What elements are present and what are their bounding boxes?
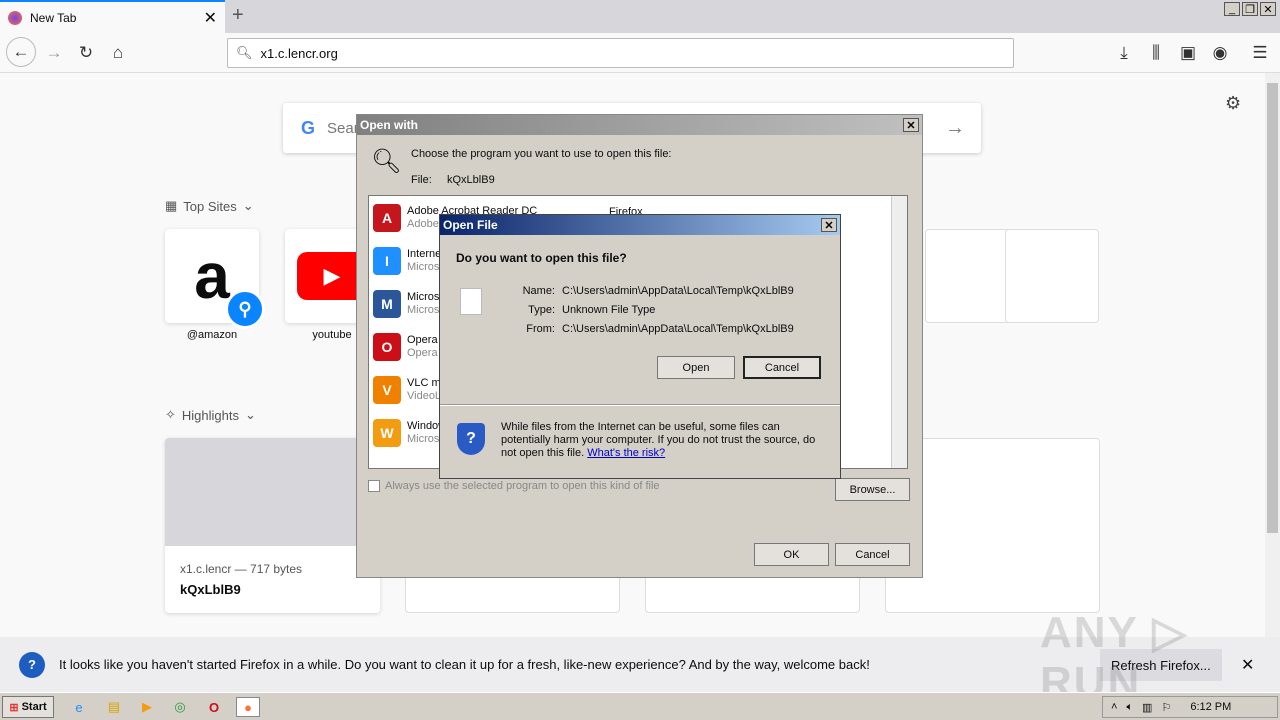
divider [440,404,840,406]
account-icon[interactable]: ◉ [1206,39,1234,67]
minimize-button[interactable]: _ [1224,2,1240,16]
explorer-taskbar-icon[interactable]: ▤ [102,697,126,717]
cancel-button[interactable]: Cancel [743,356,821,379]
file-name: kQxLblB9 [447,174,495,186]
search-icon: 🔍︎ [236,45,253,60]
search-go-icon[interactable]: → [945,117,965,140]
browse-button[interactable]: Browse... [835,478,910,501]
nav-toolbar: ← → ↻ ⌂ 🔍︎ x1.c.lencr.org ⤓ ⫼ ▣ ◉ ☰ [0,33,1280,73]
reload-button[interactable]: ↻ [72,39,100,67]
close-tab-icon[interactable]: ✕ [204,8,217,28]
grid-icon: ▦ [165,198,178,213]
open-file-dialog: Open File ✕ Do you want to open this file… [439,214,841,479]
open-with-titlebar: Open with ✕ [357,115,922,135]
close-window-button[interactable]: ✕ [1260,2,1276,16]
start-label: Start [21,701,47,713]
highlight-card[interactable]: x1.c.lencr — 717 bytes kQxLblB9 [165,438,380,613]
cancel-button[interactable]: Cancel [835,543,910,566]
top-site-label: @amazon [186,329,238,341]
from-value: C:\Users\admin\AppData\Local\Temp\kQxLbl… [562,323,794,335]
tab-title: New Tab [30,10,77,25]
windows-logo-icon: ⊞ [9,701,19,714]
window-controls[interactable]: _ ❐ ✕ [1224,2,1276,16]
notification-text: It looks like you haven't started Firefo… [59,657,870,672]
page-scrollbar[interactable] [1265,73,1280,637]
taskbar: ⊞ Start e ▤ ▶ ◎ O ● ˄ 🔈︎ ▥ ⚐ 6:12 PM [0,692,1280,720]
name-label: Name: [522,285,555,297]
chevron-down-icon: ⌄ [245,407,256,422]
menu-icon[interactable]: ☰ [1246,39,1274,67]
close-button[interactable]: ✕ [903,118,919,132]
tray-expand-icon[interactable]: ˄ [1111,701,1117,713]
always-use-label: Always use the selected program to open … [385,480,660,492]
forward-button[interactable]: → [40,39,68,67]
settings-gear-icon[interactable]: ⚙ [1225,93,1241,114]
downloads-icon[interactable]: ⤓ [1110,39,1138,67]
acrobat-icon: A [373,203,401,232]
question-icon: ? [19,651,45,678]
volume-icon[interactable]: 🔈︎ [1126,701,1133,714]
highlights-label: Highlights [181,407,239,423]
new-tab-button[interactable]: + [232,4,244,27]
restore-button[interactable]: ❐ [1242,2,1258,16]
url-text: x1.c.lencr.org [260,45,338,61]
empty-top-site [1005,229,1099,323]
highlight-source: x1.c.lencr — 717 bytes [180,562,303,576]
whats-the-risk-link[interactable]: What's the risk? [587,447,665,459]
highlights-heading[interactable]: ✧ Highlights ⌄ [165,407,256,423]
ok-button[interactable]: OK [754,543,829,566]
ie-taskbar-icon[interactable]: e [67,697,91,717]
system-tray: ˄ 🔈︎ ▥ ⚐ 6:12 PM [1102,696,1278,718]
chevron-down-icon: ⌄ [242,198,254,213]
tab-strip: New Tab ✕ + _ ❐ ✕ [0,0,1280,33]
notification-bar: ? It looks like you haven't started Fire… [0,608,1280,707]
opera-icon: O [373,332,401,361]
word-icon: M [373,289,401,318]
prompt-text: Choose the program you want to use to op… [411,148,672,160]
always-use-checkbox[interactable]: Always use the selected program to open … [368,480,660,492]
network-icon[interactable]: ▥ [1142,701,1152,714]
question-text: Do you want to open this file? [456,251,627,265]
open-button[interactable]: Open [657,356,735,379]
library-icon[interactable]: ⫼ [1142,39,1170,67]
highlights-icon: ✧ [165,407,176,422]
media-player-taskbar-icon[interactable]: ▶ [135,697,159,717]
top-sites-heading[interactable]: ▦ Top Sites ⌄ [165,198,254,214]
wmp-icon: W [373,418,401,447]
file-label: File: [411,174,432,186]
start-button[interactable]: ⊞ Start [2,696,54,718]
firefox-icon [8,10,22,25]
from-label: From: [526,323,555,335]
flag-icon[interactable]: ⚐ [1161,701,1171,714]
list-scrollbar[interactable] [891,196,907,468]
firefox-taskbar-icon[interactable]: ● [236,697,260,717]
back-button[interactable]: ← [6,37,36,67]
type-label: Type: [528,304,555,316]
top-site-amazon[interactable]: a ⚲ [165,229,265,329]
program-name: Opera [407,333,438,346]
type-value: Unknown File Type [562,304,656,316]
open-file-titlebar: Open File ✕ [440,215,840,235]
dialog-title: Open File [443,218,498,232]
google-icon: G [301,117,316,138]
top-sites-label: Top Sites [183,198,237,214]
close-button[interactable]: ✕ [821,218,837,232]
highlight-title: kQxLblB9 [180,582,241,597]
url-bar[interactable]: 🔍︎ x1.c.lencr.org [227,38,1014,68]
name-value: C:\Users\admin\AppData\Local\Temp\kQxLbl… [562,285,794,297]
search-badge-icon: ⚲ [225,289,265,329]
file-search-icon: 🔍︎ [371,148,402,175]
ie-icon: I [373,246,401,275]
program-publisher: Opera [407,346,438,359]
tab-new-tab[interactable]: New Tab ✕ [0,0,225,33]
chrome-taskbar-icon[interactable]: ◎ [168,697,192,717]
sidebar-icon[interactable]: ▣ [1174,39,1202,67]
home-button[interactable]: ⌂ [104,39,132,67]
clock[interactable]: 6:12 PM [1190,701,1231,713]
dialog-title: Open with [360,118,418,132]
shield-help-icon: ? [457,423,485,455]
file-icon [460,288,482,315]
opera-taskbar-icon[interactable]: O [202,697,226,717]
vlc-icon: V [373,375,401,404]
